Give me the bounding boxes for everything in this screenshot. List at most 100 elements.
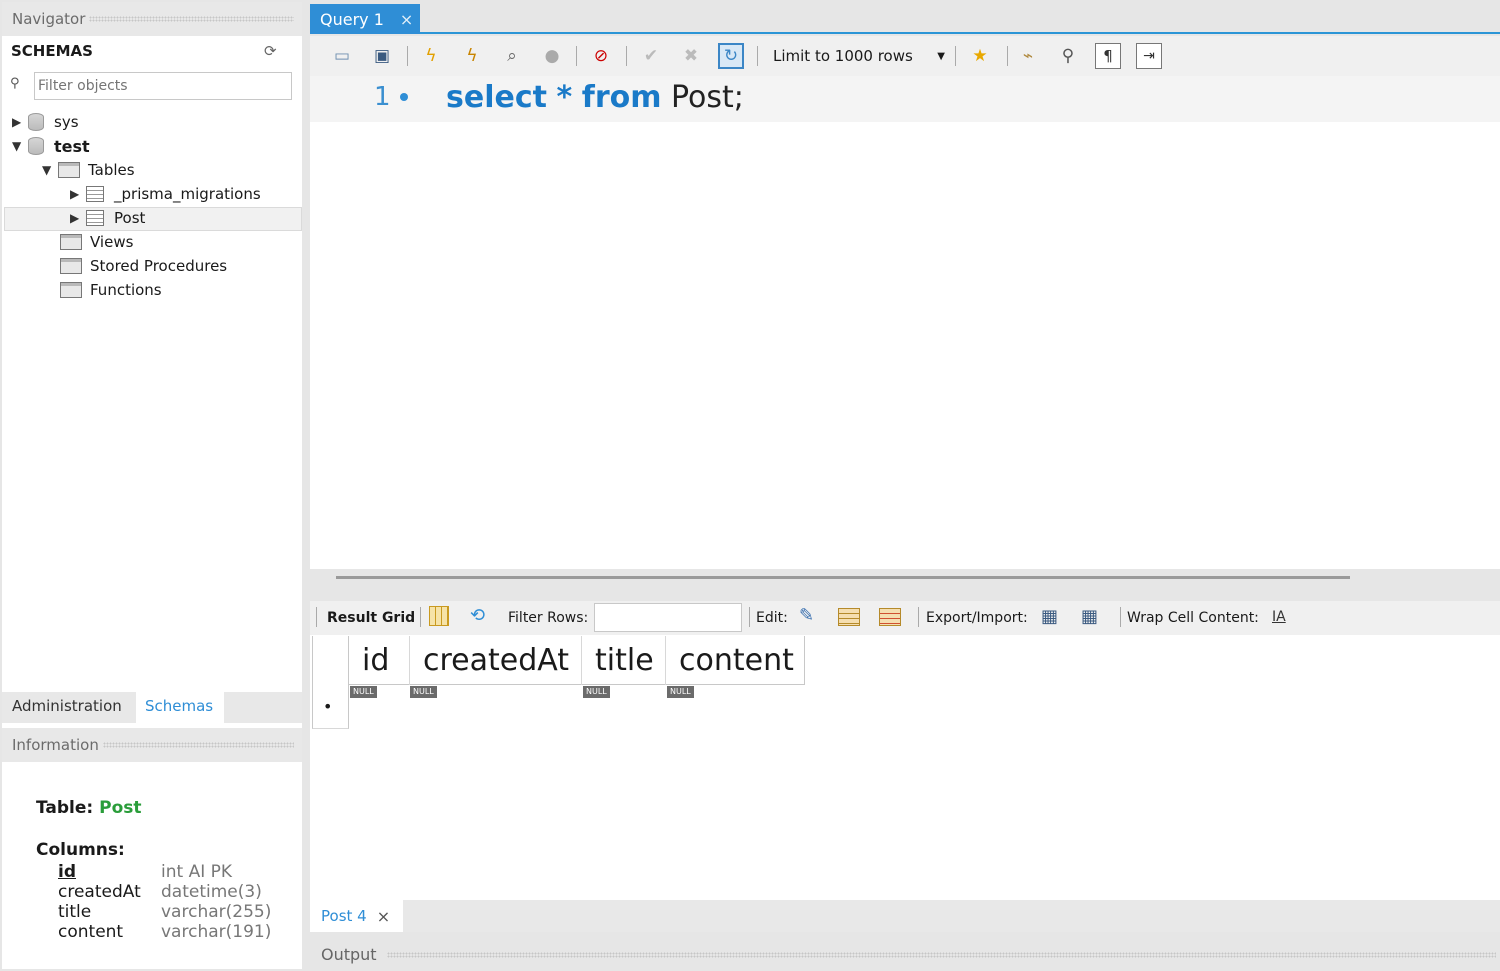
null-badge[interactable]: NULL xyxy=(667,686,694,698)
execute-icon[interactable]: ϟ xyxy=(418,43,444,69)
execute-current-icon[interactable]: ϟ xyxy=(459,43,485,69)
sql-editor[interactable]: 1 select * from Post; xyxy=(310,76,1500,569)
table-icon xyxy=(86,186,104,202)
limit-rows-label: Limit to 1000 rows xyxy=(773,47,913,65)
info-column-types: int AI PK datetime(3) varchar(255) varch… xyxy=(161,862,271,942)
import-icon[interactable]: ▦ xyxy=(1081,606,1098,627)
delete-row-icon[interactable] xyxy=(879,608,901,626)
toolbar-separator xyxy=(749,607,750,627)
refresh-icon[interactable]: ⟲ xyxy=(470,605,485,626)
horizontal-splitter[interactable] xyxy=(336,576,1350,579)
tab-schemas[interactable]: Schemas xyxy=(136,692,224,723)
tab-query-1[interactable]: Query 1 × xyxy=(310,4,420,34)
toolbar-separator xyxy=(576,46,577,66)
tab-post-4[interactable]: Post 4 × xyxy=(310,900,403,932)
folder-icon xyxy=(60,234,82,250)
line-number: 1 xyxy=(374,82,391,112)
result-tabs: Post 4 × xyxy=(310,900,1500,932)
toolbar-separator xyxy=(626,46,627,66)
column-header-createdat[interactable]: createdAt xyxy=(410,636,582,685)
stop-on-error-icon[interactable]: ⊘ xyxy=(588,43,614,69)
expand-arrow-icon[interactable]: ▶ xyxy=(12,115,28,129)
tree-label: test xyxy=(54,136,90,156)
commit-icon[interactable]: ✔ xyxy=(638,43,664,69)
output-panel-header[interactable]: Output xyxy=(310,938,1500,971)
beautify-broom-icon[interactable]: ⌁ xyxy=(1015,43,1041,69)
navigator-title: Navigator xyxy=(12,10,86,28)
add-snippet-star-icon[interactable]: ★ xyxy=(967,43,993,69)
save-icon[interactable]: ▣ xyxy=(369,43,395,69)
tree-label: Tables xyxy=(88,161,135,179)
stop-icon[interactable]: ● xyxy=(539,43,565,69)
column-type: varchar(255) xyxy=(161,902,272,922)
invisible-chars-icon[interactable]: ¶ xyxy=(1095,43,1121,69)
refresh-icon[interactable]: ⟳ xyxy=(264,42,277,60)
toolbar-separator xyxy=(757,46,758,66)
tree-item-functions[interactable]: Functions xyxy=(60,278,162,302)
header-grip xyxy=(102,742,294,748)
export-icon[interactable]: ▦ xyxy=(1041,606,1058,627)
export-import-label: Export/Import: xyxy=(926,610,1028,626)
grid-view-icon[interactable] xyxy=(429,606,449,626)
sql-statement[interactable]: select * from Post; xyxy=(446,80,744,115)
column-header-id[interactable]: id xyxy=(349,636,410,685)
column-name: content xyxy=(58,922,124,942)
find-icon[interactable]: ⚲ xyxy=(1055,43,1081,69)
column-type: int AI PK xyxy=(161,862,233,882)
wrap-lines-icon[interactable]: ⇥ xyxy=(1136,43,1162,69)
tree-item-stored-procedures[interactable]: Stored Procedures xyxy=(60,254,227,278)
tree-item-prisma-migrations[interactable]: ▶ _prisma_migrations xyxy=(70,182,261,206)
open-folder-icon[interactable]: ▭ xyxy=(329,43,355,69)
wrap-cell-label: Wrap Cell Content: xyxy=(1127,610,1259,626)
database-icon xyxy=(28,137,44,155)
limit-rows-select[interactable]: Limit to 1000 rows ▼ xyxy=(765,44,949,68)
null-badge[interactable]: NULL xyxy=(583,686,610,698)
chevron-down-icon: ▼ xyxy=(937,50,945,62)
information-header: Information xyxy=(2,728,302,762)
insert-row-icon[interactable] xyxy=(838,608,860,626)
rollback-icon[interactable]: ✖ xyxy=(678,43,704,69)
toolbar-separator xyxy=(955,46,956,66)
column-type: datetime(3) xyxy=(161,882,262,902)
result-grid-label[interactable]: Result Grid xyxy=(327,610,415,626)
close-icon[interactable]: × xyxy=(400,10,413,29)
tree-item-test[interactable]: ▼ test xyxy=(12,134,90,158)
collapse-arrow-icon[interactable]: ▼ xyxy=(42,163,58,177)
toolbar-separator xyxy=(316,607,317,627)
info-column-names: id createdAt title content xyxy=(58,862,141,942)
sql-toolbar: ▭ ▣ ϟ ϟ ⌕ ● ⊘ ✔ ✖ ↻ Limit to 1000 rows ▼… xyxy=(310,36,1500,76)
null-badge[interactable]: NULL xyxy=(350,686,377,698)
explain-icon[interactable]: ⌕ xyxy=(499,43,525,69)
close-icon[interactable]: × xyxy=(377,907,390,926)
filter-objects-input[interactable] xyxy=(34,72,292,100)
schemas-label: SCHEMAS xyxy=(11,42,93,60)
result-toolbar: Result Grid ⟲ Filter Rows: Edit: ✎ Expor… xyxy=(310,601,1500,635)
tree-label: _prisma_migrations xyxy=(114,185,261,203)
null-badge[interactable]: NULL xyxy=(410,686,437,698)
tab-administration[interactable]: Administration xyxy=(12,697,122,715)
tree-label: Post xyxy=(114,209,146,227)
navigator-header: Navigator xyxy=(2,2,302,36)
tree-item-post[interactable]: ▶ Post xyxy=(70,206,145,230)
info-table-line: Table: Post xyxy=(36,798,142,818)
tree-item-tables[interactable]: ▼ Tables xyxy=(42,158,135,182)
toolbar-separator xyxy=(918,607,919,627)
column-header-content[interactable]: content xyxy=(666,636,805,685)
autocommit-toggle-icon[interactable]: ↻ xyxy=(718,43,744,69)
expand-arrow-icon[interactable]: ▶ xyxy=(70,187,86,201)
search-icon: ⚲ xyxy=(10,76,20,91)
tree-item-sys[interactable]: ▶ sys xyxy=(12,110,79,134)
column-header-title[interactable]: title xyxy=(582,636,666,685)
output-title: Output xyxy=(321,945,377,964)
collapse-arrow-icon[interactable]: ▼ xyxy=(12,139,28,153)
wrap-cell-icon[interactable]: IA xyxy=(1272,609,1286,625)
column-name: id xyxy=(58,862,76,882)
header-grip xyxy=(89,16,294,22)
tree-item-views[interactable]: Views xyxy=(60,230,133,254)
expand-arrow-icon[interactable]: ▶ xyxy=(70,211,86,225)
edit-row-icon[interactable]: ✎ xyxy=(799,605,814,626)
column-type: varchar(191) xyxy=(161,922,272,942)
filter-rows-input[interactable] xyxy=(594,603,742,632)
column-name: createdAt xyxy=(58,882,141,902)
selected-row-highlight xyxy=(4,207,302,231)
